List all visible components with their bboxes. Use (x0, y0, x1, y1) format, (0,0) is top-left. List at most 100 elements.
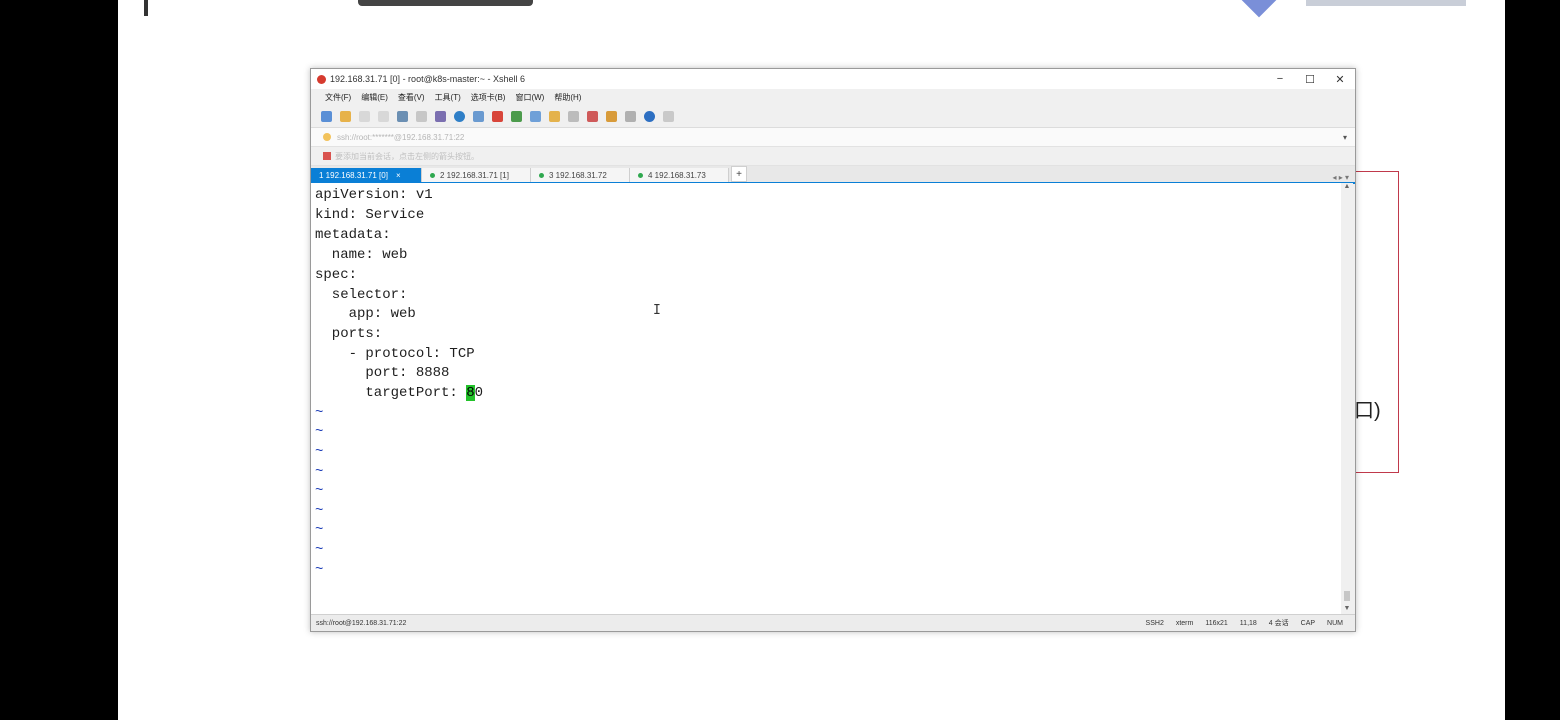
status-dot-icon (430, 172, 435, 178)
maximize-button[interactable]: ☐ (1295, 73, 1325, 86)
xftp-icon[interactable] (492, 110, 503, 122)
empty-line-tilde: ~ (315, 464, 324, 480)
empty-line-tilde: ~ (315, 405, 324, 421)
terminal-line: metadata: (315, 227, 391, 243)
status-bar: ssh://root@192.168.31.71:22 SSH2 xterm 1… (311, 614, 1355, 631)
status-terminal-type: xterm (1175, 619, 1194, 627)
mouse-ibeam-cursor: I (653, 303, 661, 318)
terminal-line: - protocol: TCP (315, 346, 475, 362)
status-size: 116x21 (1205, 619, 1228, 627)
script-icon[interactable] (606, 110, 617, 122)
close-button[interactable]: ✕ (1325, 73, 1355, 86)
help-icon[interactable] (644, 110, 655, 122)
session-bar-text: 要添加当前会话，点击左侧的箭头按钮。 (335, 151, 479, 161)
fullscreen-icon[interactable] (530, 110, 541, 122)
slide-title-bar (144, 0, 148, 16)
xshell-window: 192.168.31.71 [0] - root@k8s-master:~ - … (310, 68, 1356, 632)
logo-text-cropped (1306, 0, 1466, 6)
add-tab-button[interactable]: + (731, 166, 747, 182)
terminal-line: app: web (315, 306, 416, 322)
empty-line-tilde: ~ (315, 522, 324, 538)
terminal-line: name: web (315, 247, 408, 263)
terminal-line: kind: Service (315, 207, 425, 223)
status-dot-icon (539, 172, 544, 178)
empty-line-tilde: ~ (315, 483, 324, 499)
slide-red-box (1354, 171, 1399, 473)
open-folder-icon[interactable] (340, 110, 351, 122)
logo-icon (1240, 0, 1278, 18)
slide-text-fragment: 口) (1354, 400, 1381, 422)
tab-label: 1 192.168.31.71 [0] (319, 170, 388, 180)
status-position: 11,18 (1239, 619, 1257, 627)
new-session-icon[interactable] (321, 110, 332, 122)
tab-session-1[interactable]: 1 192.168.31.71 [0] × (311, 168, 422, 182)
address-bar[interactable]: ssh://root:*******@192.168.31.71:22 ▾ (311, 128, 1355, 147)
menu-help[interactable]: 帮助(H) (554, 92, 581, 103)
slide-title-cropped (358, 0, 533, 6)
menu-file[interactable]: 文件(F) (325, 92, 351, 103)
status-protocol: SSH2 (1145, 619, 1164, 627)
address-icon (323, 133, 331, 141)
status-dot-icon (638, 172, 643, 178)
terminal-line: port: 8888 (315, 365, 450, 381)
tab-label: 4 192.168.31.73 (648, 170, 706, 180)
terminal-line-cursor: targetPort: 80 (315, 383, 483, 403)
status-caps: CAP (1300, 619, 1316, 627)
terminal-text: targetPort: (315, 385, 467, 401)
terminal-line: spec: (315, 267, 358, 283)
globe-icon[interactable] (454, 110, 465, 122)
toolbar (311, 105, 1355, 128)
copy-icon[interactable] (397, 110, 408, 122)
scroll-up-icon[interactable]: ▲ (1341, 183, 1353, 193)
address-text[interactable]: ssh://root:*******@192.168.31.71:22 (337, 133, 464, 142)
lock-icon[interactable] (549, 110, 560, 122)
font-icon[interactable] (473, 110, 484, 122)
menu-bar: 文件(F) 编辑(E) 查看(V) 工具(T) 选项卡(B) 窗口(W) 帮助(… (311, 89, 1355, 105)
menu-edit[interactable]: 编辑(E) (361, 92, 388, 103)
menu-tools[interactable]: 工具(T) (435, 92, 461, 103)
tab-label: 3 192.168.31.72 (549, 170, 607, 180)
title-bar[interactable]: 192.168.31.71 [0] - root@k8s-master:~ - … (311, 69, 1355, 89)
layout-icon[interactable] (625, 110, 636, 122)
empty-line-tilde: ~ (315, 542, 324, 558)
terminal-line: selector: (315, 287, 408, 303)
keyboard-icon[interactable] (568, 110, 579, 122)
properties-icon[interactable] (435, 110, 446, 122)
tab-session-4[interactable]: 4 192.168.31.73 (630, 168, 729, 182)
minimize-button[interactable]: − (1265, 73, 1295, 85)
xshell-app-icon (317, 74, 326, 84)
menu-window[interactable]: 窗口(W) (515, 92, 544, 103)
menu-tabs[interactable]: 选项卡(B) (471, 92, 506, 103)
highlight-icon[interactable] (587, 110, 598, 122)
session-tabs: 1 192.168.31.71 [0] × 2 192.168.31.71 [1… (311, 166, 1355, 184)
tab-session-2[interactable]: 2 192.168.31.71 [1] (422, 168, 531, 182)
terminal-line: ports: (315, 326, 383, 342)
terminal-area[interactable]: apiVersion: v1 kind: Service metadata: n… (311, 183, 1341, 615)
terminal-cursor: 8 (466, 385, 475, 401)
status-sessions: 4 会话 (1268, 620, 1289, 627)
tab-label: 2 192.168.31.71 [1] (440, 170, 509, 180)
bookmark-arrow-icon[interactable] (323, 152, 331, 160)
status-num: NUM (1327, 619, 1343, 627)
disconnect-icon[interactable] (359, 110, 370, 122)
address-dropdown-icon[interactable]: ▾ (1343, 133, 1347, 142)
window-title: 192.168.31.71 [0] - root@k8s-master:~ - … (330, 74, 525, 84)
session-bar: 要添加当前会话，点击左侧的箭头按钮。 (311, 147, 1355, 166)
tab-session-3[interactable]: 3 192.168.31.72 (531, 168, 630, 182)
status-connection: ssh://root@192.168.31.71:22 (316, 619, 407, 627)
terminal-text: 0 (474, 385, 484, 401)
empty-line-tilde: ~ (315, 444, 324, 460)
reconnect-icon[interactable] (378, 110, 389, 122)
chat-icon[interactable] (663, 110, 674, 122)
empty-line-tilde: ~ (315, 503, 324, 519)
tab-close-icon[interactable]: × (396, 171, 401, 180)
menu-view[interactable]: 查看(V) (398, 92, 425, 103)
empty-line-tilde: ~ (315, 424, 324, 440)
tab-scroll-controls[interactable]: ◂ ▸ ▾ (1333, 173, 1356, 182)
empty-line-tilde: ~ (315, 562, 324, 578)
scroll-thumb[interactable] (1344, 591, 1350, 601)
transfer-icon[interactable] (511, 110, 522, 122)
vertical-scrollbar[interactable]: ▲ ▼ (1341, 183, 1353, 615)
find-icon[interactable] (416, 110, 427, 122)
terminal-line: apiVersion: v1 (315, 187, 433, 203)
